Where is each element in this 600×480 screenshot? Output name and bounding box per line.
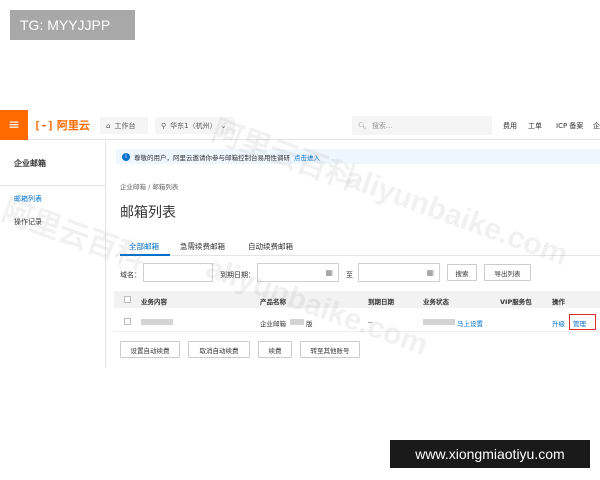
product-name: 企业邮箱 xyxy=(260,320,286,328)
sidebar-title: 企业邮箱 xyxy=(14,159,46,168)
tab-urgent-renewal[interactable]: 急需续费邮箱 xyxy=(180,241,225,252)
sidebar-item-operation-log[interactable]: 操作记录 xyxy=(14,217,42,227)
menu-icon[interactable]: ≡ xyxy=(0,110,28,140)
notice-text: 尊敬的用户，阿里云邀请你参与邮箱控制台易用性调研 xyxy=(134,153,290,162)
expiry-start-input[interactable]: ▦ xyxy=(257,263,339,282)
set-auto-renew-button[interactable]: 设置自动续费 xyxy=(120,341,180,358)
logo-mark-icon: [-] xyxy=(34,118,54,132)
region-label: 华东1（杭州） xyxy=(170,121,217,130)
select-all-checkbox[interactable] xyxy=(124,296,131,303)
manage-highlight-box xyxy=(569,314,596,330)
redacted-business-content xyxy=(141,319,173,325)
tab-underline xyxy=(120,254,170,256)
enterprise-link[interactable]: 企 xyxy=(593,121,600,131)
redacted-product-edition xyxy=(290,319,304,325)
tg-label: TG: MYYJJPP xyxy=(10,10,135,40)
chevron-down-icon: ⌄ xyxy=(220,121,227,130)
export-button[interactable]: 导出列表 xyxy=(484,264,531,281)
to-label: 至 xyxy=(346,271,353,279)
domain-input[interactable] xyxy=(143,263,213,282)
transfer-account-button[interactable]: 转至其他账号 xyxy=(300,341,360,358)
top-bar: ≡ [-] 阿里云 ⌂ 工作台 ⚲ 华东1（杭州） ⌄ 🔍︎ 搜索... 费用 … xyxy=(0,110,600,140)
column-header-vip: VIP服务包 xyxy=(500,298,532,306)
table-header: 业务内容 产品名称 到期日期 业务状态 VIP服务包 操作 xyxy=(114,291,600,308)
column-header-actions: 操作 xyxy=(552,298,565,306)
tab-all-mailboxes[interactable]: 全部邮箱 xyxy=(129,241,159,252)
expiry-value: -- xyxy=(368,318,373,326)
search-button[interactable]: 搜索 xyxy=(447,264,477,281)
sidebar-divider xyxy=(0,185,106,186)
search-placeholder: 搜索... xyxy=(371,121,393,130)
column-header-product: 产品名称 xyxy=(260,298,286,306)
aliyun-logo[interactable]: [-] 阿里云 xyxy=(34,116,90,134)
sidebar-item-mailbox-list[interactable]: 邮箱列表 xyxy=(14,194,42,204)
ticket-link[interactable]: 工单 xyxy=(528,121,542,131)
notice-link[interactable]: 点击进入 xyxy=(294,152,320,162)
breadcrumb: 企业邮箱 / 邮箱列表 xyxy=(120,183,179,191)
main-content: i 尊敬的用户，阿里云邀请你参与邮箱控制台易用性调研 点击进入 企业邮箱 / 邮… xyxy=(106,141,600,368)
redacted-status xyxy=(423,319,455,325)
domain-label: 域名： xyxy=(120,271,141,279)
billing-link[interactable]: 费用 xyxy=(503,121,517,131)
survey-notice: i 尊敬的用户，阿里云邀请你参与邮箱控制台易用性调研 点击进入 xyxy=(116,149,600,164)
setup-now-link[interactable]: 马上设置 xyxy=(457,318,483,328)
column-header-status: 业务状态 xyxy=(423,298,449,306)
expiry-end-input[interactable]: ▦ xyxy=(358,263,440,282)
site-label: www.xiongmiaotiyu.com xyxy=(390,440,590,468)
tab-auto-renewal[interactable]: 自动续费邮箱 xyxy=(248,241,293,252)
sidebar: 企业邮箱 邮箱列表 操作记录 xyxy=(0,141,106,368)
info-icon: i xyxy=(122,152,130,161)
workbench-button[interactable]: ⌂ 工作台 xyxy=(100,117,148,134)
upgrade-link[interactable]: 升级 xyxy=(552,318,565,328)
tab-bar: 全部邮箱 急需续费邮箱 自动续费邮箱 xyxy=(120,236,600,256)
logo-text: 阿里云 xyxy=(56,119,90,132)
page-title: 邮箱列表 xyxy=(120,205,176,221)
workbench-label: 工作台 xyxy=(114,121,136,130)
product-suffix: 版 xyxy=(306,320,313,328)
cancel-auto-renew-button[interactable]: 取消自动续费 xyxy=(188,341,250,358)
icp-link[interactable]: ICP 备案 xyxy=(556,121,583,131)
calendar-icon: ▦ xyxy=(426,268,434,277)
column-header-business: 业务内容 xyxy=(141,298,167,306)
home-icon: ⌂ xyxy=(106,121,111,130)
renew-button[interactable]: 续费 xyxy=(258,341,292,358)
region-selector[interactable]: ⚲ 华东1（杭州） ⌄ xyxy=(155,117,235,134)
table-row: 企业邮箱 版 -- 马上设置 升级 管理 xyxy=(114,310,600,332)
column-header-expiry: 到期日期 xyxy=(368,298,394,306)
row-checkbox[interactable] xyxy=(124,318,131,325)
calendar-icon: ▦ xyxy=(325,268,333,277)
expiry-label: 到期日期： xyxy=(220,271,255,279)
search-input[interactable]: 🔍︎ 搜索... xyxy=(352,116,492,135)
location-icon: ⚲ xyxy=(161,121,167,130)
search-icon: 🔍︎ xyxy=(358,121,367,130)
